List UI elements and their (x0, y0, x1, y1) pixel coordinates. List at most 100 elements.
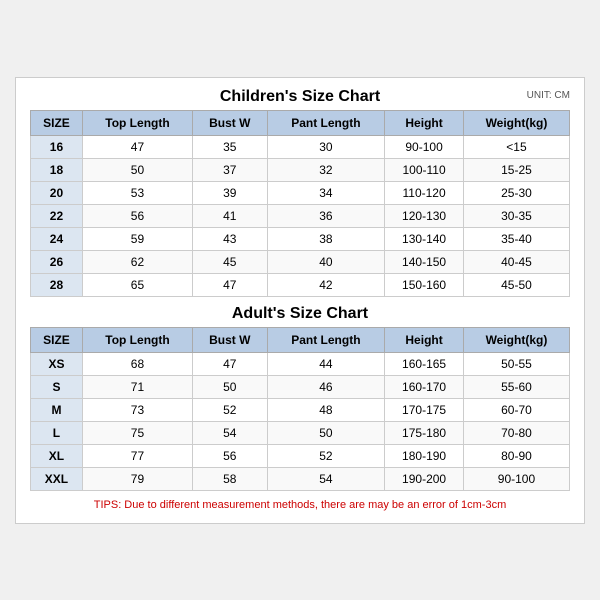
table-cell: 24 (31, 227, 83, 250)
table-row: L755450175-18070-80 (31, 421, 570, 444)
table-cell: 42 (267, 273, 385, 296)
table-cell: 68 (82, 352, 192, 375)
children-title: Children's Size Chart (220, 88, 380, 106)
table-cell: 22 (31, 204, 83, 227)
chart-container: Children's Size Chart UNIT: CM SIZE Top … (15, 77, 585, 524)
table-cell: 56 (82, 204, 192, 227)
header-size: SIZE (31, 110, 83, 135)
adult-header-weight: Weight(kg) (463, 327, 569, 352)
table-cell: 56 (193, 444, 268, 467)
tips-text: TIPS: Due to different measurement metho… (30, 499, 570, 511)
table-row: 26624540140-15040-45 (31, 250, 570, 273)
table-row: XL775652180-19080-90 (31, 444, 570, 467)
table-cell: 32 (267, 158, 385, 181)
table-cell: 30 (267, 135, 385, 158)
header-pant-length: Pant Length (267, 110, 385, 135)
table-cell: 54 (193, 421, 268, 444)
table-cell: 47 (193, 352, 268, 375)
adult-header-height: Height (385, 327, 464, 352)
adult-header-pant-length: Pant Length (267, 327, 385, 352)
table-cell: 77 (82, 444, 192, 467)
table-cell: 44 (267, 352, 385, 375)
table-cell: 160-165 (385, 352, 464, 375)
adult-title: Adult's Size Chart (232, 305, 368, 323)
table-cell: 50 (82, 158, 192, 181)
table-cell: 52 (267, 444, 385, 467)
children-header-row: SIZE Top Length Bust W Pant Length Heigh… (31, 110, 570, 135)
table-cell: 50-55 (463, 352, 569, 375)
header-height: Height (385, 110, 464, 135)
table-cell: 65 (82, 273, 192, 296)
unit-label: UNIT: CM (527, 90, 570, 101)
table-cell: 90-100 (463, 467, 569, 490)
table-row: XXL795854190-20090-100 (31, 467, 570, 490)
table-cell: XXL (31, 467, 83, 490)
table-cell: XL (31, 444, 83, 467)
table-cell: 36 (267, 204, 385, 227)
table-cell: 175-180 (385, 421, 464, 444)
table-cell: 100-110 (385, 158, 464, 181)
table-cell: 55-60 (463, 375, 569, 398)
table-cell: 46 (267, 375, 385, 398)
adult-table: SIZE Top Length Bust W Pant Length Heigh… (30, 327, 570, 491)
adult-header-top-length: Top Length (82, 327, 192, 352)
adult-header-bust-w: Bust W (193, 327, 268, 352)
adult-header-row: SIZE Top Length Bust W Pant Length Heigh… (31, 327, 570, 352)
table-cell: 41 (193, 204, 268, 227)
table-cell: 130-140 (385, 227, 464, 250)
table-cell: 70-80 (463, 421, 569, 444)
table-cell: 53 (82, 181, 192, 204)
table-cell: 35 (193, 135, 268, 158)
table-cell: 28 (31, 273, 83, 296)
table-cell: 71 (82, 375, 192, 398)
table-cell: 48 (267, 398, 385, 421)
table-cell: 73 (82, 398, 192, 421)
table-cell: 47 (82, 135, 192, 158)
table-row: 20533934110-12025-30 (31, 181, 570, 204)
table-cell: 15-25 (463, 158, 569, 181)
table-cell: 58 (193, 467, 268, 490)
table-cell: 40 (267, 250, 385, 273)
table-cell: 35-40 (463, 227, 569, 250)
table-cell: 40-45 (463, 250, 569, 273)
table-cell: S (31, 375, 83, 398)
table-cell: 180-190 (385, 444, 464, 467)
table-cell: 18 (31, 158, 83, 181)
table-row: XS684744160-16550-55 (31, 352, 570, 375)
table-cell: 79 (82, 467, 192, 490)
table-cell: 120-130 (385, 204, 464, 227)
table-cell: 20 (31, 181, 83, 204)
header-bust-w: Bust W (193, 110, 268, 135)
table-cell: 160-170 (385, 375, 464, 398)
table-cell: 37 (193, 158, 268, 181)
table-cell: 90-100 (385, 135, 464, 158)
table-cell: M (31, 398, 83, 421)
adult-header-size: SIZE (31, 327, 83, 352)
children-table: SIZE Top Length Bust W Pant Length Heigh… (30, 110, 570, 297)
table-cell: 60-70 (463, 398, 569, 421)
table-cell: 45-50 (463, 273, 569, 296)
table-cell: 50 (267, 421, 385, 444)
table-row: 22564136120-13030-35 (31, 204, 570, 227)
table-cell: 38 (267, 227, 385, 250)
adult-title-row: Adult's Size Chart (30, 305, 570, 323)
table-cell: 62 (82, 250, 192, 273)
table-cell: XS (31, 352, 83, 375)
table-cell: 150-160 (385, 273, 464, 296)
table-cell: 39 (193, 181, 268, 204)
table-cell: 190-200 (385, 467, 464, 490)
table-cell: 16 (31, 135, 83, 158)
children-title-row: Children's Size Chart UNIT: CM (30, 88, 570, 106)
table-cell: <15 (463, 135, 569, 158)
header-weight: Weight(kg) (463, 110, 569, 135)
table-cell: 140-150 (385, 250, 464, 273)
table-cell: L (31, 421, 83, 444)
table-cell: 110-120 (385, 181, 464, 204)
table-cell: 30-35 (463, 204, 569, 227)
table-cell: 52 (193, 398, 268, 421)
table-cell: 26 (31, 250, 83, 273)
table-row: M735248170-17560-70 (31, 398, 570, 421)
table-cell: 54 (267, 467, 385, 490)
table-row: 18503732100-11015-25 (31, 158, 570, 181)
table-row: 1647353090-100<15 (31, 135, 570, 158)
